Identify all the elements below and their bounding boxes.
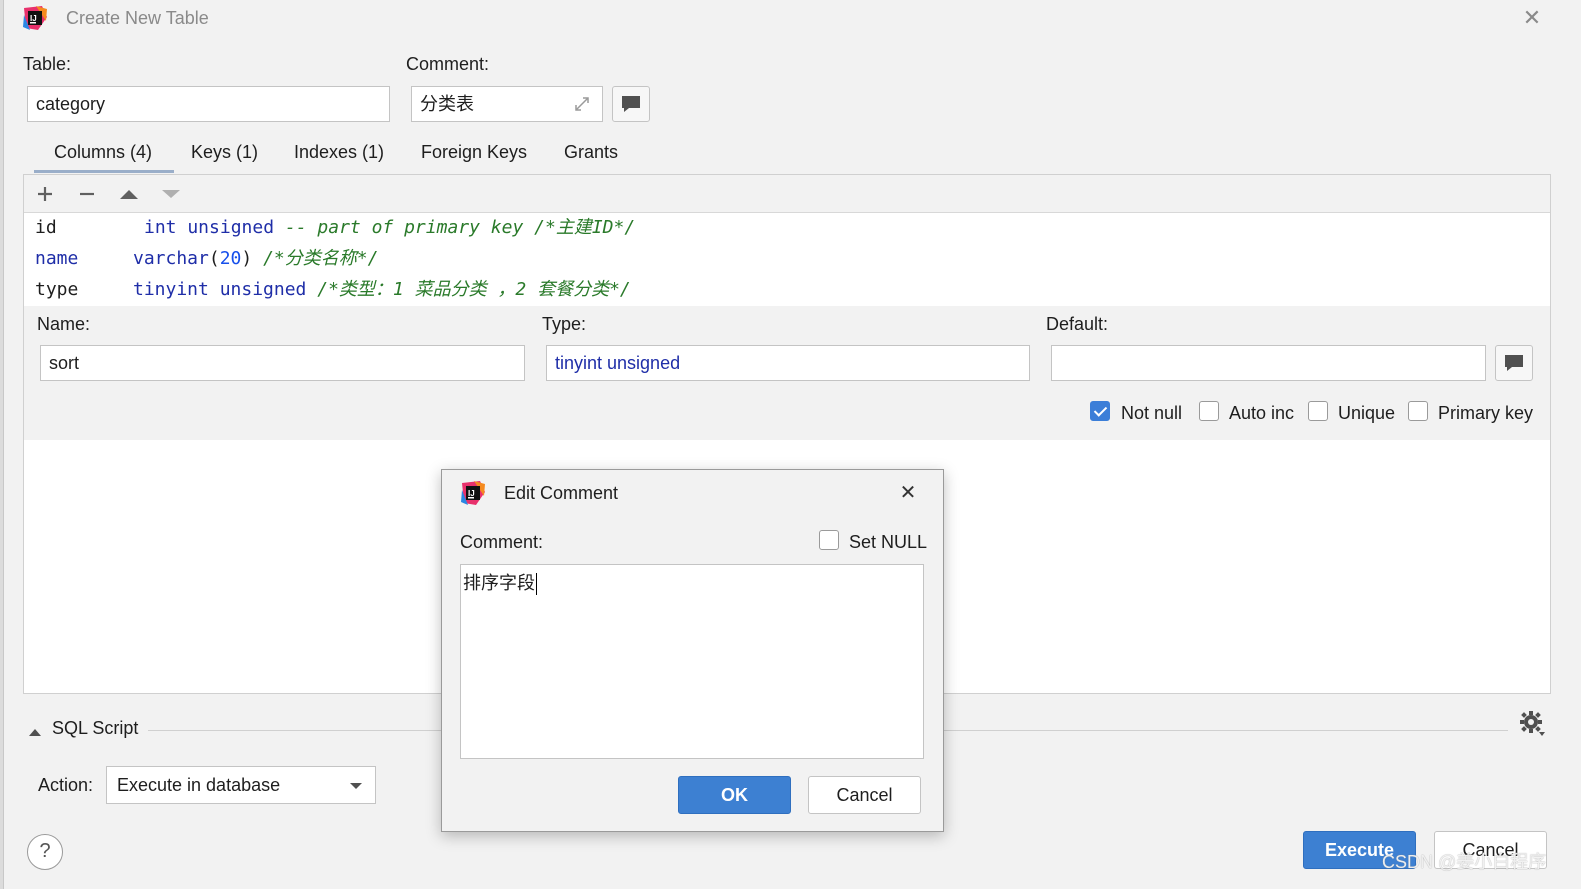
dialog-title: Edit Comment <box>504 483 619 503</box>
intellij-app-icon: IJ <box>22 5 48 31</box>
comment-icon <box>1505 355 1523 371</box>
edit-comment-button[interactable] <box>612 86 650 122</box>
column-default-input[interactable] <box>1051 345 1486 381</box>
add-icon[interactable] <box>33 182 57 206</box>
move-down-icon[interactable] <box>159 182 183 206</box>
svg-text:IJ: IJ <box>30 14 37 23</box>
column-type: tinyint unsigned <box>133 279 307 300</box>
tab-indexes[interactable]: Indexes (1) <box>294 142 384 163</box>
column-name: type <box>35 279 79 300</box>
column-name: id <box>35 217 57 238</box>
column-type-length: 20 <box>219 248 242 269</box>
not-null-checkbox[interactable] <box>1090 401 1110 421</box>
help-button[interactable]: ? <box>27 834 63 870</box>
text-caret <box>536 573 537 596</box>
active-tab-indicator <box>34 170 174 173</box>
move-up-icon[interactable] <box>117 182 141 206</box>
table-comment-value: 分类表 <box>420 94 474 114</box>
edit-comment-dialog: IJ Edit Comment ✕ Comment: Set NULL 排序字段… <box>441 469 944 832</box>
columns-toolbar <box>24 175 1550 213</box>
column-type: int unsigned <box>144 217 275 238</box>
sql-script-label[interactable]: SQL Script <box>52 718 138 739</box>
action-label: Action: <box>38 775 94 795</box>
auto-inc-label: Auto inc <box>1229 403 1295 423</box>
name-label: Name: <box>37 314 91 334</box>
remove-icon[interactable] <box>75 182 99 206</box>
ok-button[interactable]: OK <box>678 776 791 814</box>
column-row[interactable]: type tinyint unsigned /*类型：1 菜品分类 ，2 套餐分类… <box>35 275 1535 305</box>
column-name: name <box>35 248 79 269</box>
column-type-input[interactable]: tinyint unsigned <box>546 345 1030 381</box>
tab-keys[interactable]: Keys (1) <box>191 142 258 163</box>
set-null-checkbox[interactable] <box>819 530 839 550</box>
tab-foreign-keys[interactable]: Foreign Keys <box>421 142 527 163</box>
tab-grants[interactable]: Grants <box>564 142 618 163</box>
comment-textarea[interactable]: 排序字段 <box>460 564 924 759</box>
table-name-input[interactable]: category <box>27 86 390 122</box>
watermark: CSDN @姜小白程序 <box>1382 852 1547 872</box>
close-window-icon[interactable]: ✕ <box>1520 6 1544 30</box>
action-select[interactable]: Execute in database <box>106 766 376 804</box>
not-null-label: Not null <box>1121 403 1183 423</box>
checkbox-checked-icon <box>1090 401 1110 421</box>
checkbox-box <box>819 530 839 550</box>
comment-icon <box>622 96 640 112</box>
left-window-edge <box>0 0 4 889</box>
action-select-value: Execute in database <box>117 775 281 795</box>
intellij-app-icon: IJ <box>460 480 486 506</box>
column-comment: /*分类名称*/ <box>263 248 379 269</box>
column-comment: -- part of primary key /*主建ID*/ <box>284 217 636 238</box>
expand-icon[interactable] <box>572 94 592 114</box>
primary-key-label: Primary key <box>1438 403 1534 423</box>
checkbox-box <box>1408 401 1428 421</box>
column-comment-button[interactable] <box>1495 345 1533 381</box>
type-label: Type: <box>542 314 587 334</box>
column-type: varchar <box>133 248 209 269</box>
close-dialog-icon[interactable]: ✕ <box>896 481 920 505</box>
window-title: Create New Table <box>66 8 209 28</box>
primary-key-checkbox[interactable] <box>1408 401 1428 421</box>
tab-columns[interactable]: Columns (4) <box>54 142 152 163</box>
column-name-input[interactable]: sort <box>40 345 525 381</box>
auto-inc-checkbox[interactable] <box>1199 401 1219 421</box>
collapse-triangle-icon[interactable] <box>28 722 42 736</box>
default-label: Default: <box>1046 314 1109 334</box>
unique-checkbox[interactable] <box>1308 401 1328 421</box>
checkbox-box <box>1308 401 1328 421</box>
unique-label: Unique <box>1338 403 1396 423</box>
checkbox-box <box>1199 401 1219 421</box>
svg-text:IJ: IJ <box>468 489 475 498</box>
chevron-down-icon <box>350 783 362 789</box>
comment-label: Comment: <box>406 54 490 74</box>
column-row[interactable]: name varchar(20) /*分类名称*/ <box>35 244 1535 274</box>
column-row[interactable]: id int unsigned -- part of primary key /*… <box>35 213 1535 243</box>
column-comment: /*类型：1 菜品分类 ，2 套餐分类*/ <box>317 279 631 300</box>
set-null-label: Set NULL <box>849 532 928 552</box>
comment-text: 排序字段 <box>463 573 535 593</box>
gear-icon[interactable] <box>1518 710 1546 738</box>
dialog-cancel-button[interactable]: Cancel <box>808 776 921 814</box>
dialog-comment-label: Comment: <box>460 532 544 552</box>
table-label: Table: <box>23 54 72 74</box>
